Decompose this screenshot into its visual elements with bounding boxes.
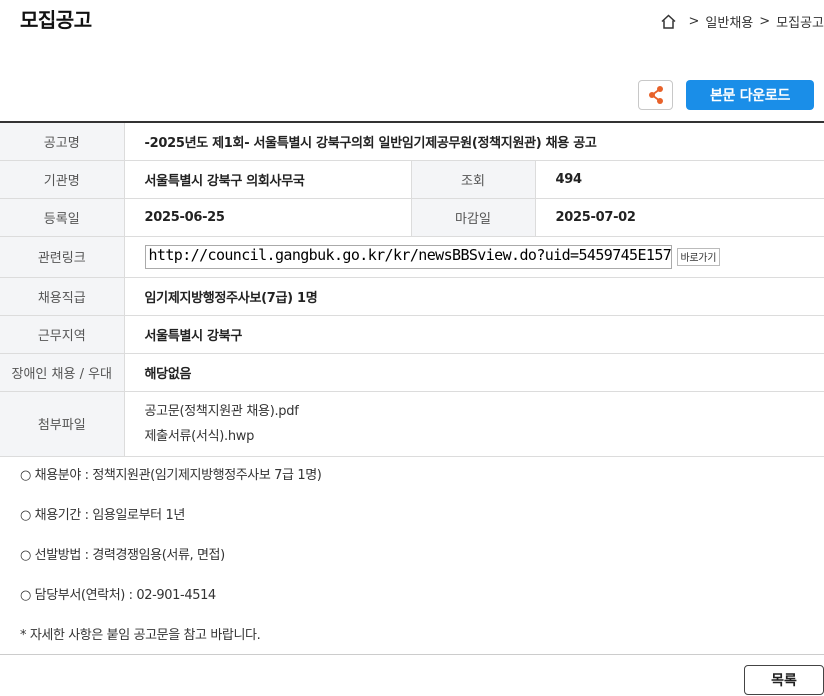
list-button[interactable]: 목록 [744, 665, 824, 695]
row-label: 첨부파일 [0, 391, 125, 457]
org-value: 서울특별시 강북구 의회사무국 [124, 160, 411, 199]
file-list: 공고문(정책지원관 채용).pdf 제출서류(서식).hwp [145, 399, 824, 449]
row-label: 관련링크 [0, 236, 125, 278]
breadcrumb-item-general[interactable]: 일반채용 [705, 12, 753, 31]
table-row: 공고명 -2025년도 제1회- 서울특별시 강북구의회 일반임기제공무원(정책… [0, 122, 824, 161]
attachment-link-pdf[interactable]: 공고문(정책지원관 채용).pdf [145, 399, 824, 424]
table-row: 등록일 2025-06-25 마감일 2025-07-02 [0, 198, 824, 237]
goto-link-button[interactable]: 바로가기 [676, 247, 721, 266]
share-button[interactable] [638, 80, 673, 110]
row-label: 장애인 채용 / 우대 [0, 353, 125, 392]
position-value: 임기제지방행정주사보(7급) 1명 [124, 277, 824, 316]
link-cell: http://council.gangbuk.go.kr/kr/newsBBSv… [124, 236, 824, 278]
table-row: 기관명 서울특별시 강북구 의회사무국 조회 494 [0, 160, 824, 199]
reg-date-value: 2025-06-25 [124, 198, 411, 237]
table-row: 장애인 채용 / 우대 해당없음 [0, 353, 824, 392]
body-line: ○ 채용분야 : 정책지원관(임기제지방행정주사보 7급 1명) [20, 468, 322, 483]
breadcrumb-separator: > [688, 14, 700, 29]
disability-value: 해당없음 [124, 353, 824, 392]
download-body-button[interactable]: 본문 다운로드 [686, 80, 814, 110]
breadcrumb-item-notice[interactable]: 모집공고 [776, 12, 824, 31]
body-line: ○ 선발방법 : 경력경쟁임용(서류, 면접) [20, 548, 225, 563]
page-title: 모집공고 [20, 8, 92, 32]
notice-body: ○ 채용분야 : 정책지원관(임기제지방행정주사보 7급 1명) ○ 채용기간 … [20, 466, 322, 666]
row-label: 마감일 [410, 198, 536, 237]
related-link-field[interactable]: http://council.gangbuk.go.kr/kr/newsBBSv… [144, 244, 672, 269]
table-row: 근무지역 서울특별시 강북구 [0, 315, 824, 354]
notice-title-value: -2025년도 제1회- 서울특별시 강북구의회 일반임기제공무원(정책지원관)… [124, 122, 824, 161]
body-line: ○ 담당부서(연락처) : 02-901-4514 [20, 588, 216, 603]
attachment-link-hwp[interactable]: 제출서류(서식).hwp [145, 424, 824, 449]
notice-info-table: 공고명 -2025년도 제1회- 서울특별시 강북구의회 일반임기제공무원(정책… [0, 121, 824, 457]
row-label: 등록일 [0, 198, 125, 237]
views-value: 494 [535, 160, 824, 199]
body-line: * 자세한 사항은 붙임 공고문을 참고 바랍니다. [20, 628, 261, 643]
link-wrap: http://council.gangbuk.go.kr/kr/newsBBSv… [144, 244, 824, 269]
row-label: 공고명 [0, 122, 125, 161]
table-row: 첨부파일 공고문(정책지원관 채용).pdf 제출서류(서식).hwp [0, 391, 824, 457]
table-row: 관련링크 http://council.gangbuk.go.kr/kr/new… [0, 236, 824, 278]
row-label: 근무지역 [0, 315, 125, 354]
row-label: 조회 [410, 160, 536, 199]
home-icon[interactable] [660, 13, 677, 30]
row-label: 기관명 [0, 160, 125, 199]
breadcrumb-separator: > [759, 14, 771, 29]
divider [0, 654, 824, 655]
breadcrumb: > 일반채용 > 모집공고 [660, 12, 824, 31]
table-row: 채용직급 임기제지방행정주사보(7급) 1명 [0, 277, 824, 316]
body-line: ○ 채용기간 : 임용일로부터 1년 [20, 508, 185, 523]
row-label: 채용직급 [0, 277, 125, 316]
region-value: 서울특별시 강북구 [124, 315, 824, 354]
deadline-value: 2025-07-02 [535, 198, 824, 237]
files-cell: 공고문(정책지원관 채용).pdf 제출서류(서식).hwp [124, 391, 824, 457]
share-icon [648, 86, 663, 104]
